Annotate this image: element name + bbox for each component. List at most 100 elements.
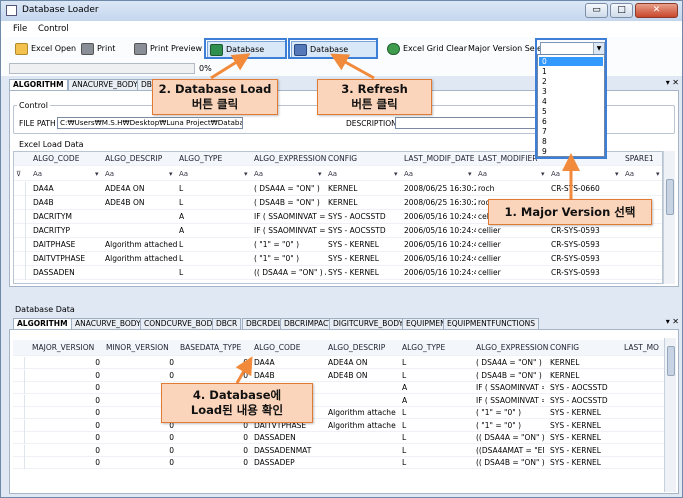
row-header[interactable] [14,238,26,252]
table-cell[interactable]: DA4A [252,357,322,369]
print-preview-button[interactable]: Print Preview [132,41,202,58]
table-cell[interactable]: L [177,266,252,280]
table-cell[interactable] [326,445,396,457]
table-cell[interactable] [622,395,660,407]
filter-cell[interactable]: Aa [103,167,173,181]
table-cell[interactable]: roch [476,182,549,196]
table-row[interactable]: 0 0 0 DA4B ADE4B ON L( DSA4B = "ON" ) KERNEL [13,369,664,382]
description-field[interactable] [395,117,541,129]
table-row[interactable]: DASSADEN L(( DSA4A = "ON" ) A SYS - KERNEL… [14,266,662,280]
table-row[interactable]: DA4A ADE4A ON L( DSA4A = "ON" ) KERNEL 2008/… [14,182,662,196]
db-tab-equipmentfunctions[interactable]: EQUIPMENTFUNCTIONS [443,318,539,329]
table-cell[interactable]: 2006/05/16 10:24:41 [402,238,476,252]
db-tab-algorithm[interactable]: ALGORITHM [13,318,72,329]
table-cell[interactable] [623,252,662,266]
table-cell[interactable]: CR-SYS-0660 [549,182,623,196]
table-cell[interactable]: 0 [30,445,100,457]
table-cell[interactable] [623,182,662,196]
table-cell[interactable]: IF ( SSAOMINVAT = [252,224,326,238]
db-tab-anacurve-body[interactable]: ANACURVE_BODY [71,318,145,329]
table-cell[interactable]: A [400,382,470,394]
table-cell[interactable]: SYS - AOCSSTD [326,210,402,224]
table-cell[interactable]: 0 [104,370,174,382]
column-header[interactable]: LAST_MODIF_DATE [402,152,476,166]
table-cell[interactable] [622,370,660,382]
row-header[interactable] [14,196,26,210]
table-cell[interactable]: L [400,420,470,432]
chevron-down-icon[interactable]: ▾ [242,167,250,181]
column-header[interactable]: CONFIG [548,340,622,356]
column-header[interactable]: CONFIG [326,152,402,166]
table-cell[interactable]: 0 [178,445,248,457]
table-cell[interactable]: SYS - KERNEL [548,457,618,469]
table-cell[interactable]: L [400,407,470,419]
table-cell[interactable]: 0 [30,457,100,469]
column-header[interactable]: MINOR_VERSION [104,340,178,356]
table-cell[interactable]: 0 [30,420,100,432]
table-cell[interactable] [103,224,177,238]
table-cell[interactable]: ((DSA4AMAT = "EN/ [474,445,544,457]
row-header[interactable] [13,419,25,432]
row-header[interactable] [14,210,26,224]
table-row[interactable]: 000AIF ( SSAOMINVAT =SYS - AOCSSTD [13,394,664,407]
chevron-down-icon[interactable]: ▾ [316,167,324,181]
table-cell[interactable] [622,445,660,457]
filter-cell[interactable]: Aa [476,167,545,181]
database-grid-scroll-thumb[interactable] [667,346,675,376]
table-cell[interactable]: KERNEL [326,196,402,210]
table-cell[interactable]: 0 [178,432,248,444]
table-cell[interactable]: 0 [30,432,100,444]
table-cell[interactable] [622,382,660,394]
table-cell[interactable]: SYS - AOCSSTD [548,395,618,407]
table-cell[interactable]: 2008/06/25 16:30:22 [402,196,476,210]
database-grid-scrollbar[interactable] [664,338,676,492]
column-header[interactable]: BASEDATA_TYPE [178,340,252,356]
table-cell[interactable]: 0 [30,357,100,369]
table-cell[interactable] [622,432,660,444]
chevron-down-icon[interactable]: ▾ [93,167,101,181]
column-header[interactable]: ALGO_CODE [31,152,103,166]
panel-splitter[interactable] [9,287,679,293]
table-cell[interactable]: 0 [104,432,174,444]
row-header[interactable] [14,182,26,196]
column-header[interactable]: ALGO_EXPRESSION [252,152,326,166]
table-cell[interactable]: IF ( SSAOMINVAT = [252,210,326,224]
table-cell[interactable]: 2006/05/16 10:24:41 [402,210,476,224]
table-cell[interactable]: KERNEL [326,182,402,196]
table-cell[interactable]: 2006/05/16 10:24:41 [402,224,476,238]
close-tab-icon[interactable]: ▾ ✕ [666,78,679,87]
table-row[interactable]: 0 0 0 DA4A ADE4A ON L( DSA4A = "ON" ) KERNEL [13,357,664,369]
table-row[interactable]: 000DASSADENL(( DSA4A = "ON" ) ASYS - KER… [13,432,664,444]
table-cell[interactable]: 0 [178,357,248,369]
table-cell[interactable]: cellier [476,266,549,280]
table-cell[interactable] [622,420,660,432]
tab-anacurve-body[interactable]: ANACURVE_BODY [68,79,142,90]
minimize-button[interactable]: ▭ [585,3,608,18]
table-cell[interactable]: ( DSA4A = "ON" ) [474,357,544,369]
table-cell[interactable]: Algorithm attached [326,420,396,432]
maximize-button[interactable]: □ [610,3,633,18]
table-cell[interactable]: L [400,357,470,369]
table-cell[interactable]: SYS - KERNEL [548,420,618,432]
table-cell[interactable]: IF ( SSAOMINVAT = [474,382,544,394]
table-cell[interactable]: SYS - KERNEL [548,432,618,444]
menu-file[interactable]: File [13,24,27,34]
column-header[interactable]: ALGO_DESCRIP [326,340,400,356]
column-header[interactable]: LAST_MO [622,340,664,356]
table-cell[interactable]: A [177,224,252,238]
table-row[interactable]: DAITVTPHASE Algorithm attached L( "1" = "0… [14,252,662,266]
table-cell[interactable] [326,395,396,407]
table-cell[interactable]: ( "1" = "0" ) [252,238,326,252]
column-header[interactable]: ALGO_TYPE [400,340,474,356]
table-cell[interactable]: SYS - KERNEL [326,266,402,280]
table-cell[interactable]: DACRITYP [31,224,103,238]
table-cell[interactable]: DAITVTPHASE [31,252,103,266]
table-cell[interactable]: 0 [30,382,100,394]
table-cell[interactable]: L [400,457,470,469]
table-cell[interactable] [326,382,396,394]
table-cell[interactable]: KERNEL [548,357,618,369]
table-cell[interactable]: Algorithm attached [103,252,177,266]
table-cell[interactable]: Algorithm attached [326,407,396,419]
table-cell[interactable]: (( DSA4A = "ON" ) A [252,266,326,280]
table-row[interactable]: DACRITYP A IF ( SSAOMINVAT = SYS - AOCSSTD 2… [14,224,662,238]
